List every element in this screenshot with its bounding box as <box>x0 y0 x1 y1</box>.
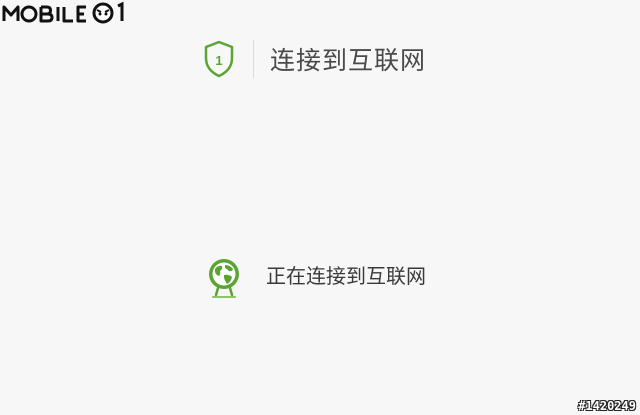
shield-icon: 1 <box>204 40 234 78</box>
step-divider <box>253 40 254 78</box>
step-title: 连接到互联网 <box>270 46 427 75</box>
globe-icon <box>209 259 239 298</box>
step-header: 1 连接到互联网 <box>203 39 426 79</box>
connection-status: 正在连接到互联网 <box>206 257 426 301</box>
mobile01-watermark-logo <box>2 1 124 24</box>
image-id-watermark: #1420249 <box>578 399 636 413</box>
step-number: 1 <box>215 53 222 68</box>
status-text: 正在连接到互联网 <box>266 263 426 288</box>
